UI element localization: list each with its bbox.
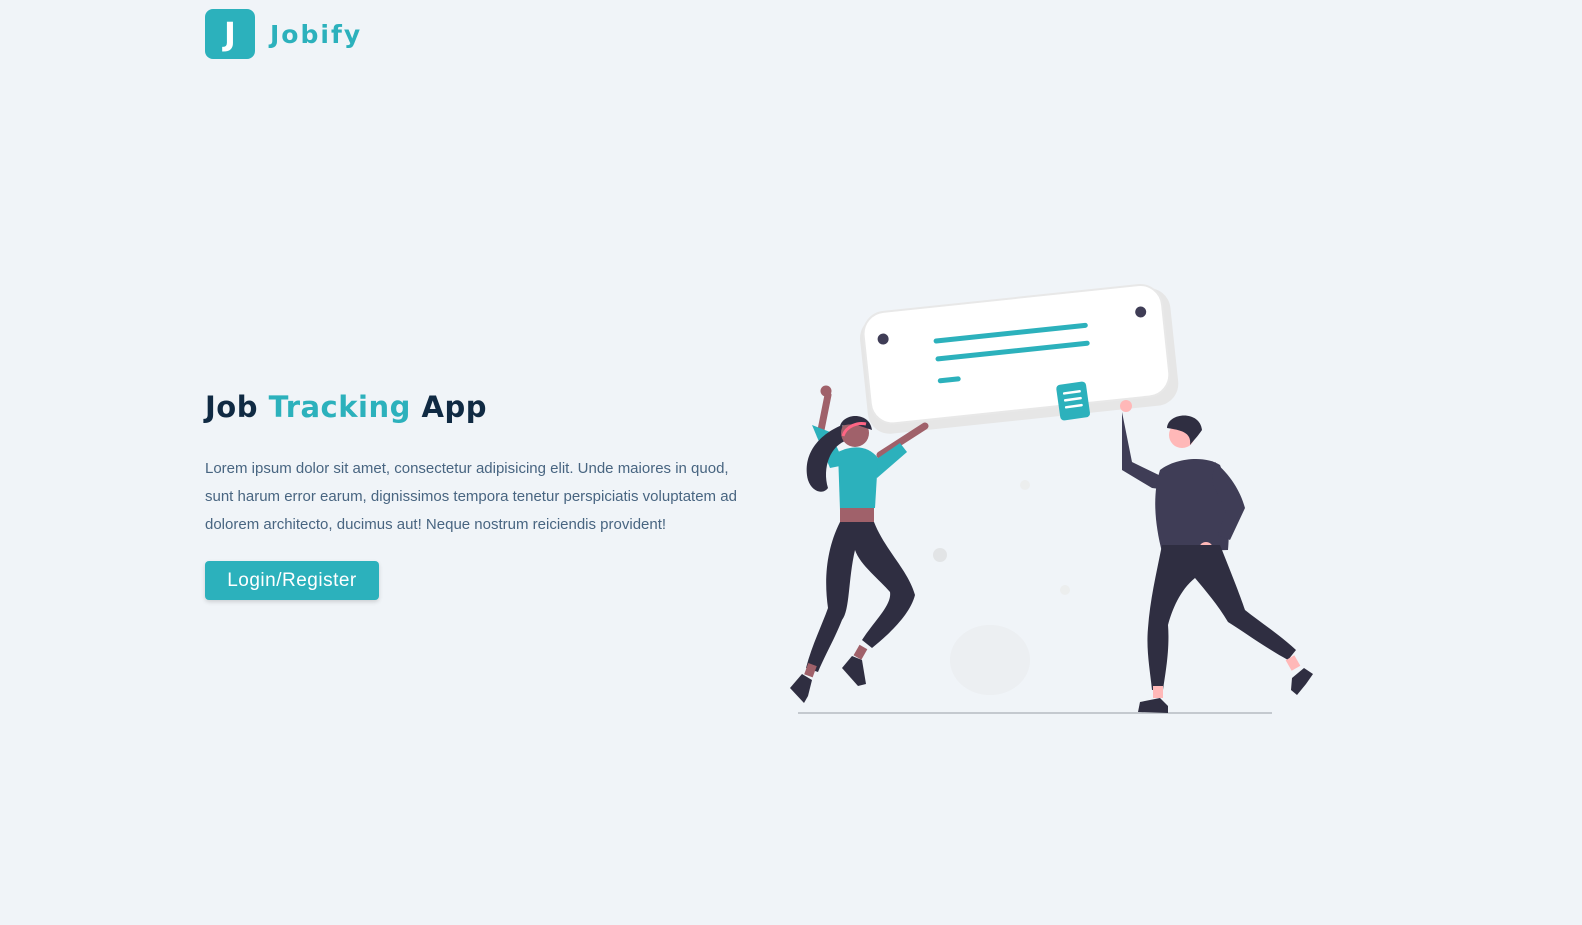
hero-title: Job Tracking App: [205, 390, 487, 424]
hero-description: Lorem ipsum dolor sit amet, consectetur …: [205, 460, 737, 533]
logo-mark-icon: J: [205, 9, 255, 59]
hero-illustration: [790, 283, 1313, 714]
woman-figure: [790, 385, 929, 703]
logo[interactable]: J Jobify: [205, 9, 362, 59]
login-register-button[interactable]: Login/Register: [205, 561, 379, 600]
background-dot: [1060, 585, 1070, 595]
hero-title-part1: Job: [205, 390, 258, 424]
logo-text: Jobify: [270, 19, 363, 49]
background-dot: [933, 548, 947, 562]
document-icon: [1056, 381, 1090, 421]
hero-title-accent: Tracking: [268, 390, 411, 424]
landing-page: J Jobify Job Tracking App Lorem ipsum do…: [0, 0, 1582, 925]
man-figure: [1120, 400, 1313, 713]
background-blob: [950, 625, 1030, 695]
background-dot: [1020, 480, 1030, 490]
job-card: [860, 283, 1179, 434]
hero-title-part2: App: [421, 390, 487, 424]
